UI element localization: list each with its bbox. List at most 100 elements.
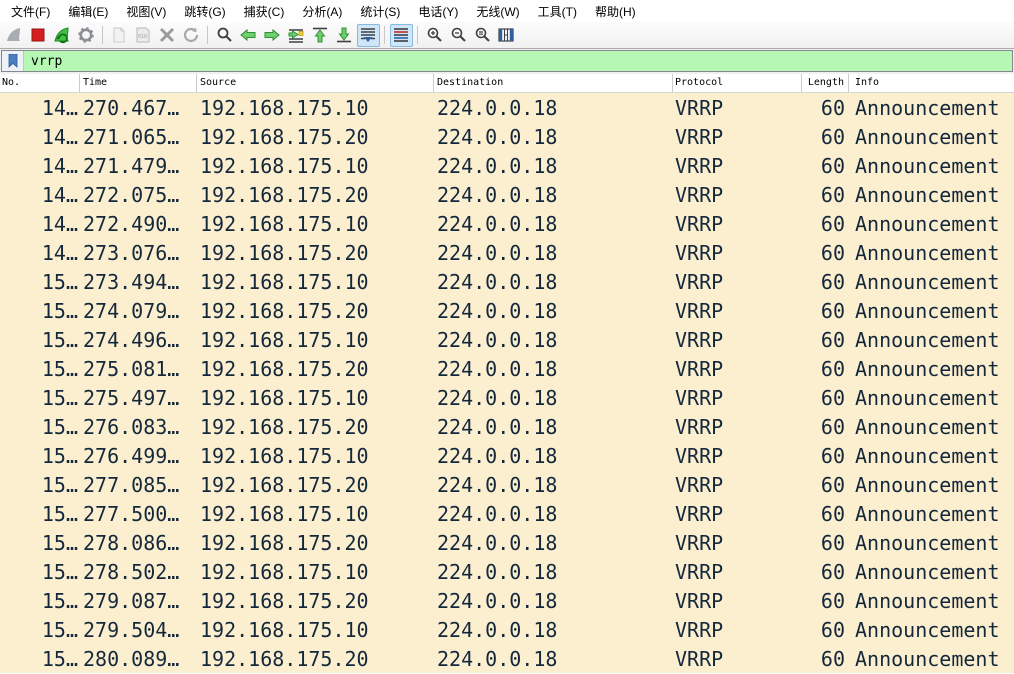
cell-destination: 224.0.0.18 xyxy=(434,270,673,294)
cell-length: 60 xyxy=(802,386,849,410)
cell-destination: 224.0.0.18 xyxy=(434,328,673,352)
cell-info: Announcement xyxy=(849,270,1014,294)
toolbar-separator xyxy=(417,26,418,44)
cell-protocol: VRRP xyxy=(673,299,802,323)
cell-no: 15… xyxy=(0,531,80,555)
cell-no: 15… xyxy=(0,386,80,410)
zoom-in-icon[interactable] xyxy=(423,24,446,47)
cell-info: Announcement xyxy=(849,154,1014,178)
cell-length: 60 xyxy=(802,473,849,497)
cell-no: 14… xyxy=(0,154,80,178)
menu-item[interactable]: 统计(S) xyxy=(351,0,409,23)
zoom-normal-icon[interactable] xyxy=(471,24,494,47)
cell-no: 15… xyxy=(0,560,80,584)
display-filter-input[interactable]: vrrp xyxy=(1,50,1013,72)
cell-time: 271.479… xyxy=(80,154,197,178)
filter-bookmark-button[interactable] xyxy=(2,51,24,71)
cell-protocol: VRRP xyxy=(673,125,802,149)
column-header-source[interactable]: Source xyxy=(197,74,434,92)
packet-row[interactable]: 15… 275.497… 192.168.175.10 224.0.0.18 V… xyxy=(0,383,1014,412)
packet-row[interactable]: 15… 273.494… 192.168.175.10 224.0.0.18 V… xyxy=(0,267,1014,296)
cell-protocol: VRRP xyxy=(673,618,802,642)
cell-info: Announcement xyxy=(849,502,1014,526)
cell-info: Announcement xyxy=(849,386,1014,410)
auto-scroll-icon[interactable] xyxy=(357,24,380,47)
cell-time: 272.075… xyxy=(80,183,197,207)
zoom-out-icon[interactable] xyxy=(447,24,470,47)
cell-no: 15… xyxy=(0,270,80,294)
colorize-icon[interactable] xyxy=(390,24,413,47)
cell-protocol: VRRP xyxy=(673,357,802,381)
packet-row[interactable]: 14… 272.490… 192.168.175.10 224.0.0.18 V… xyxy=(0,209,1014,238)
menu-item[interactable]: 分析(A) xyxy=(293,0,351,23)
cell-destination: 224.0.0.18 xyxy=(434,531,673,555)
cell-destination: 224.0.0.18 xyxy=(434,589,673,613)
go-forward-icon[interactable] xyxy=(261,24,284,47)
column-header-length[interactable]: Length xyxy=(802,74,849,92)
cell-length: 60 xyxy=(802,299,849,323)
column-header-time[interactable]: Time xyxy=(80,74,197,92)
cell-length: 60 xyxy=(802,618,849,642)
menu-item[interactable]: 帮助(H) xyxy=(586,0,645,23)
packet-row[interactable]: 14… 272.075… 192.168.175.20 224.0.0.18 V… xyxy=(0,180,1014,209)
packet-row[interactable]: 15… 277.500… 192.168.175.10 224.0.0.18 V… xyxy=(0,499,1014,528)
cell-destination: 224.0.0.18 xyxy=(434,154,673,178)
cell-info: Announcement xyxy=(849,415,1014,439)
packet-row[interactable]: 15… 280.089… 192.168.175.20 224.0.0.18 V… xyxy=(0,644,1014,673)
packet-row[interactable]: 15… 279.504… 192.168.175.10 224.0.0.18 V… xyxy=(0,615,1014,644)
cell-protocol: VRRP xyxy=(673,183,802,207)
cell-destination: 224.0.0.18 xyxy=(434,96,673,120)
packet-row[interactable]: 15… 279.087… 192.168.175.20 224.0.0.18 V… xyxy=(0,586,1014,615)
restart-capture-icon[interactable] xyxy=(51,24,74,47)
menu-item[interactable]: 工具(T) xyxy=(529,0,586,23)
menu-item[interactable]: 跳转(G) xyxy=(175,0,234,23)
packet-row[interactable]: 15… 276.083… 192.168.175.20 224.0.0.18 V… xyxy=(0,412,1014,441)
packet-row[interactable]: 15… 278.502… 192.168.175.10 224.0.0.18 V… xyxy=(0,557,1014,586)
packet-row[interactable]: 15… 277.085… 192.168.175.20 224.0.0.18 V… xyxy=(0,470,1014,499)
menu-item[interactable]: 文件(F) xyxy=(2,0,59,23)
column-header-no[interactable]: No. xyxy=(0,74,80,92)
column-header-protocol[interactable]: Protocol xyxy=(673,74,802,92)
cell-time: 279.504… xyxy=(80,618,197,642)
cell-length: 60 xyxy=(802,241,849,265)
packet-row[interactable]: 15… 276.499… 192.168.175.10 224.0.0.18 V… xyxy=(0,441,1014,470)
packet-row[interactable]: 15… 274.079… 192.168.175.20 224.0.0.18 V… xyxy=(0,296,1014,325)
cell-no: 15… xyxy=(0,473,80,497)
reload-file-icon xyxy=(180,24,203,47)
packet-row[interactable]: 14… 270.467… 192.168.175.10 224.0.0.18 V… xyxy=(0,93,1014,122)
cell-protocol: VRRP xyxy=(673,212,802,236)
menu-item[interactable]: 捕获(C) xyxy=(235,0,294,23)
cell-destination: 224.0.0.18 xyxy=(434,473,673,497)
cell-no: 14… xyxy=(0,241,80,265)
menu-item[interactable]: 视图(V) xyxy=(117,0,175,23)
start-capture-fin-icon[interactable] xyxy=(3,24,26,47)
stop-capture-icon[interactable] xyxy=(27,24,50,47)
filter-value[interactable]: vrrp xyxy=(24,54,62,69)
cell-destination: 224.0.0.18 xyxy=(434,618,673,642)
menu-item[interactable]: 电话(Y) xyxy=(409,0,467,23)
go-back-icon[interactable] xyxy=(237,24,260,47)
packet-row[interactable]: 15… 274.496… 192.168.175.10 224.0.0.18 V… xyxy=(0,325,1014,354)
packet-row[interactable]: 15… 278.086… 192.168.175.20 224.0.0.18 V… xyxy=(0,528,1014,557)
packet-row[interactable]: 15… 275.081… 192.168.175.20 224.0.0.18 V… xyxy=(0,354,1014,383)
packet-row[interactable]: 14… 273.076… 192.168.175.20 224.0.0.18 V… xyxy=(0,238,1014,267)
packet-row[interactable]: 14… 271.065… 192.168.175.20 224.0.0.18 V… xyxy=(0,122,1014,151)
cell-destination: 224.0.0.18 xyxy=(434,212,673,236)
resize-columns-icon[interactable] xyxy=(495,24,518,47)
find-packet-icon[interactable] xyxy=(213,24,236,47)
cell-length: 60 xyxy=(802,154,849,178)
cell-time: 274.496… xyxy=(80,328,197,352)
capture-options-gear-icon[interactable] xyxy=(75,24,98,47)
column-header-info[interactable]: Info xyxy=(849,74,1014,92)
packet-row[interactable]: 14… 271.479… 192.168.175.10 224.0.0.18 V… xyxy=(0,151,1014,180)
column-header-destination[interactable]: Destination xyxy=(434,74,673,92)
main-toolbar: 010 xyxy=(0,22,1014,49)
cell-source: 192.168.175.10 xyxy=(197,96,434,120)
menu-item[interactable]: 编辑(E) xyxy=(59,0,117,23)
menu-item[interactable]: 无线(W) xyxy=(467,0,528,23)
cell-no: 15… xyxy=(0,502,80,526)
go-to-packet-icon[interactable] xyxy=(285,24,308,47)
go-last-packet-icon[interactable] xyxy=(333,24,356,47)
go-first-packet-icon[interactable] xyxy=(309,24,332,47)
cell-destination: 224.0.0.18 xyxy=(434,241,673,265)
